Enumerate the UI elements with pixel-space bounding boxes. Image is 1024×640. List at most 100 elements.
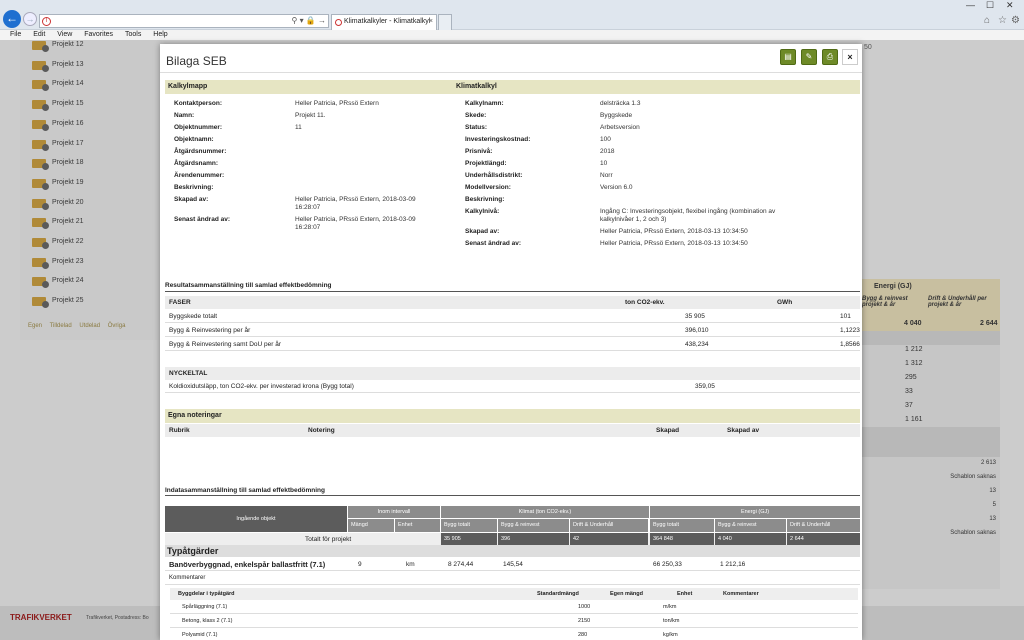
project-label: Projekt 12 [52,41,84,48]
faser-h0: FASER [169,299,191,306]
new-tab-button[interactable] [438,14,452,30]
faser-header: FASER ton CO2-ekv. GWh [165,296,860,309]
menu-help[interactable]: Help [153,30,167,40]
project-label: Projekt 25 [52,297,84,305]
field-label: Skapad av: [174,196,209,203]
tab-favicon-icon [335,19,342,26]
indata-subheader: Bygg & reinvest [715,519,786,532]
favorites-star-icon[interactable]: ☆ [998,15,1007,26]
typatgarder-header: Typåtgärder [165,545,860,557]
address-controls[interactable]: ⚲ ▾ 🔒 → [291,16,326,25]
nyckeltal-label: Koldioxidutsläpp, ton CO2-ekv. per inves… [169,383,354,390]
total-value: 2 644 [787,533,860,545]
total-value: 396 [498,533,569,545]
address-bar[interactable]: T ⚲ ▾ 🔒 → [39,14,329,28]
field-value: 2018 [600,148,615,155]
close-window-icon[interactable]: ✕ [1006,0,1014,11]
user-badge-icon [42,281,49,289]
menu-tools[interactable]: Tools [125,30,141,40]
menu-favorites[interactable]: Favorites [84,30,113,40]
energy-col2: Drift & Underhåll per projekt & år [928,296,987,308]
tab-klimatkalkyl[interactable]: Klimatkalkyler - Klimatkalkyl × [331,14,437,30]
minimize-icon[interactable]: — [966,0,975,10]
project-item[interactable]: Projekt 22 [32,236,84,249]
indata-subheader: Bygg totalt [441,519,497,532]
energy-list2-value: Schablon saknas [950,530,996,536]
energy-v2: 2 644 [980,320,998,327]
project-item[interactable]: Projekt 19 [32,177,84,190]
bilaga-seb-modal: Bilaga SEB ▤ ✎ ⎙ × Kalkylmapp Klimatkalk… [160,44,862,640]
typ-row[interactable]: Banöverbyggnad, enkelspår ballastfritt (… [165,558,860,571]
field-label: Objektnamn: [174,136,214,143]
kommentarer-label: Kommentarer [169,575,206,581]
edit-icon[interactable]: ✎ [801,49,817,65]
faser-name: Byggskede totalt [169,313,218,320]
maximize-icon[interactable]: ☐ [986,0,994,11]
byggdel-h0: Byggdelar i typåtgärd [178,591,235,597]
faser-row: Bygg & Reinvestering samt DoU per år 438,… [165,338,860,351]
faser-co2: 396,010 [685,327,709,334]
klimat-header: Klimat (ton CO2-ekv.) [441,506,649,518]
project-item[interactable]: Projekt 21 [32,216,84,230]
back-arrow-icon[interactable]: ← [3,10,21,28]
field-label: Skapad av: [465,228,500,235]
typatgarder-label: Typåtgärder [167,546,219,556]
kalkylmapp-heading: Kalkylmapp [168,83,208,90]
home-icon[interactable]: ⌂ [984,15,990,26]
tab-title: Klimatkalkyler - Klimatkalkyl [344,18,431,25]
project-item[interactable]: Projekt 14 [32,78,84,92]
project-item[interactable]: Projekt 18 [32,157,84,171]
project-item[interactable]: Projekt 17 [32,138,84,151]
field-label: Prisnivå: [465,148,493,155]
typ-reinvest: 145,54 [503,561,523,568]
field-label: Ärendenummer: [174,172,225,179]
footer-address: Trafikverket, Postadress: Bo [86,615,149,621]
document-icon[interactable]: ▤ [780,49,796,65]
project-label: Projekt 23 [52,257,84,265]
energi-header: Energi (GJ) [650,506,860,518]
folder-icon [32,80,49,92]
project-item[interactable]: Projekt 15 [32,98,84,112]
faser-name: Bygg & Reinvestering per år [169,327,251,334]
folder-icon [32,100,49,112]
close-button[interactable]: × [842,49,858,65]
folder-icon [32,41,49,52]
folder-icon [32,218,49,230]
settings-gear-icon[interactable]: ⚙ [1011,15,1020,26]
project-item[interactable]: Projekt 23 [32,256,84,269]
print-icon[interactable]: ⎙ [822,49,838,65]
forward-arrow-icon[interactable]: → [23,12,37,26]
menu-file[interactable]: File [10,30,21,40]
project-label: Projekt 22 [52,238,84,245]
byggdel-name: Betong, klass 2 (7.1) [182,618,233,624]
project-label: Projekt 17 [52,139,84,147]
faser-h2: GWh [777,299,793,306]
field-value: Heller Patricia, PRssö Extern, 2018-03-1… [600,228,748,235]
byggdel-name: Spårläggning (7.1) [182,604,228,610]
field-label: Objektnummer: [174,124,223,131]
folder-icon [32,139,49,151]
byggdel-h1: Standardmängd [537,591,579,597]
project-item[interactable]: Projekt 13 [32,59,84,72]
user-badge-icon [42,182,49,190]
field-label: Investeringskostnad: [465,136,531,143]
byggdel-unit: kg/km [663,632,678,638]
project-item[interactable]: Projekt 20 [32,197,84,210]
project-label: Projekt 15 [52,100,84,108]
byggdel-row: Polyamid (7.1) 280 kg/km [170,629,858,640]
energy-list2-value: 5 [992,502,996,508]
typ-qty: 9 [358,561,362,568]
byggdel-unit: ton/km [663,618,680,624]
project-item[interactable]: Projekt 12 [32,39,84,52]
modal-title: Bilaga SEB [166,54,227,68]
sidebar-legend: Egen Tilldelad Utdelad Övriga [28,323,131,329]
tab-close-icon[interactable]: × [429,15,433,29]
typ-unit: km [406,561,415,568]
byggdel-std: 280 [578,632,588,638]
folder-icon [32,119,49,131]
project-item[interactable]: Projekt 24 [32,275,84,289]
project-item[interactable]: Projekt 25 [32,295,84,309]
legend-egen: Egen [28,323,43,329]
project-item[interactable]: Projekt 16 [32,118,84,131]
folder-icon [32,198,49,210]
